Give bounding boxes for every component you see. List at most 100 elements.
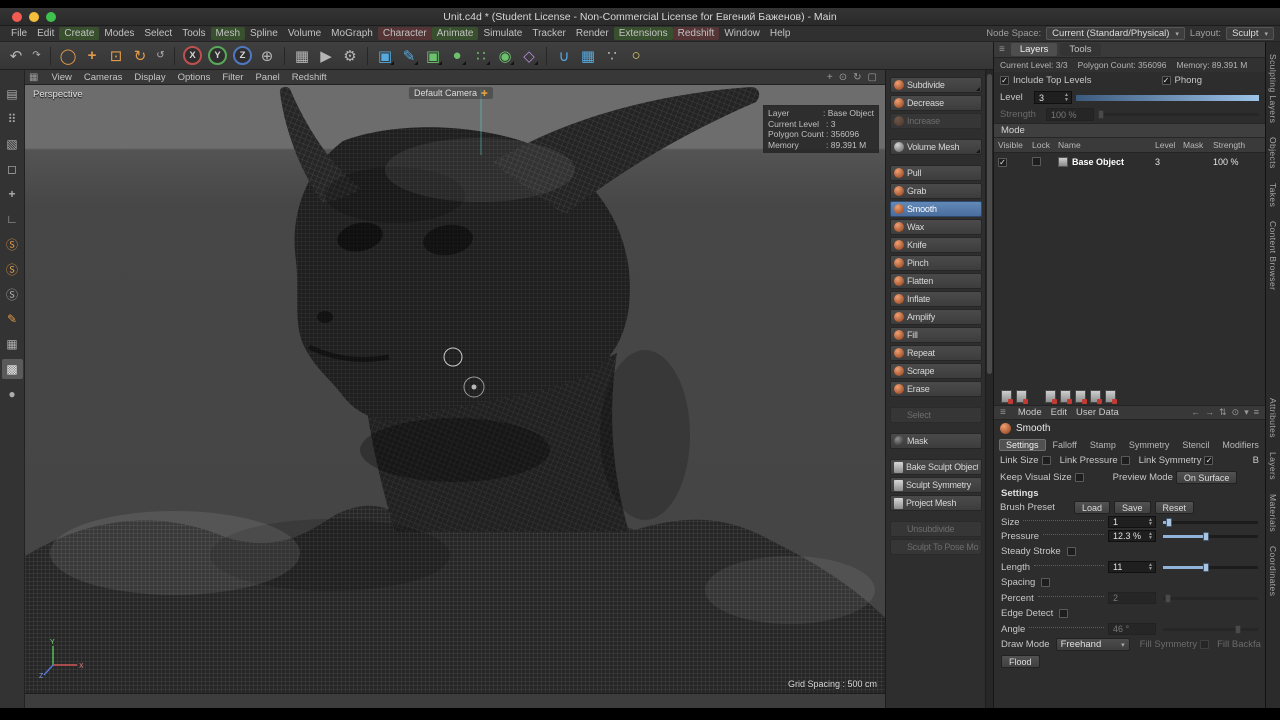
- separator[interactable]: [50, 46, 51, 65]
- include-top-levels-checkbox[interactable]: [1000, 76, 1009, 85]
- scale-tool-icon[interactable]: ⊡: [105, 45, 127, 67]
- mesh-check-icon[interactable]: ⠿: [2, 109, 23, 129]
- tool-tab[interactable]: Symmetry: [1123, 439, 1176, 451]
- light-icon[interactable]: ○: [625, 45, 647, 67]
- sculpt-tool-button[interactable]: Sculpt To Pose Morph: [890, 539, 982, 555]
- load-button[interactable]: Load: [1074, 501, 1111, 514]
- sculpt-tool-button[interactable]: Inflate: [890, 291, 982, 307]
- z-axis-lock-button[interactable]: Z: [233, 46, 252, 65]
- reset-button[interactable]: Reset: [1154, 501, 1195, 514]
- edge-detect-checkbox[interactable]: [1059, 609, 1069, 618]
- axis-mode-icon[interactable]: +: [2, 184, 23, 204]
- sculpt-tool-button[interactable]: Unsubdivide: [890, 521, 982, 537]
- tool-tab[interactable]: Stencil: [1176, 439, 1215, 451]
- menu-item[interactable]: Edit: [32, 27, 59, 40]
- sculpt-tool-button[interactable]: Pinch: [890, 255, 982, 271]
- view-mode-label[interactable]: Perspective: [33, 89, 83, 100]
- steady-stroke-checkbox[interactable]: [1066, 547, 1076, 556]
- pressure-input[interactable]: 12.3 % ▲ ▼: [1108, 530, 1156, 542]
- camera-label[interactable]: Default Camera ✚: [408, 87, 493, 99]
- fill-symmetry-checkbox[interactable]: [1200, 640, 1210, 649]
- redo-icon[interactable]: ↷: [29, 45, 44, 67]
- sculpt-tool-button[interactable]: Increase: [890, 113, 982, 129]
- layer-table-row[interactable]: Base Object 3 100 %: [994, 153, 1265, 171]
- attribute-menu-item[interactable]: User Data: [1076, 407, 1119, 418]
- field-icon[interactable]: ◉: [494, 45, 516, 67]
- menu-item[interactable]: Modes: [99, 27, 139, 40]
- viewport-menu-item[interactable]: Panel: [250, 72, 284, 83]
- pressure-slider[interactable]: [1163, 531, 1258, 542]
- node-space-dropdown[interactable]: Current (Standard/Physical) ▾: [1046, 27, 1185, 40]
- y-axis-lock-button[interactable]: Y: [208, 46, 227, 65]
- search-icon[interactable]: ⊙: [1232, 407, 1240, 418]
- sculpt-masks-icon[interactable]: Ⓢ: [2, 259, 23, 279]
- duplicate-layer-icon[interactable]: [1060, 389, 1072, 404]
- sculpt-tool-button[interactable]: Subdivide: [890, 77, 982, 93]
- delete-layer-icon[interactable]: [1045, 389, 1057, 404]
- menu-item[interactable]: Volume: [283, 27, 326, 40]
- sculpt-tool-button[interactable]: Scrape: [890, 363, 982, 379]
- sculpt-model[interactable]: [25, 85, 885, 693]
- draw-mode-dropdown[interactable]: Freehand ▾: [1055, 638, 1130, 651]
- tool-tab[interactable]: Settings: [999, 438, 1046, 451]
- merge-layer-icon[interactable]: [1075, 389, 1087, 404]
- menu-item[interactable]: Simulate: [478, 27, 527, 40]
- size-slider[interactable]: [1163, 517, 1258, 528]
- undo-history-icon[interactable]: ▤: [2, 84, 23, 104]
- sculpt-tool-button[interactable]: Project Mesh: [890, 495, 982, 511]
- sculpt-tool-button[interactable]: Fill: [890, 327, 982, 343]
- spacing-checkbox[interactable]: [1041, 578, 1051, 587]
- separator[interactable]: [546, 46, 547, 65]
- paint-brush-icon[interactable]: ✎: [2, 309, 23, 329]
- primitive-cube-icon[interactable]: ▣: [422, 45, 444, 67]
- x-axis-lock-button[interactable]: X: [183, 46, 202, 65]
- volume-builder-icon[interactable]: ●: [446, 45, 468, 67]
- menu-item[interactable]: Mesh: [210, 27, 245, 40]
- dock-tab[interactable]: Coordinates: [1268, 539, 1278, 603]
- layer-visible-checkbox[interactable]: [998, 158, 1007, 167]
- dock-tab[interactable]: Content Browser: [1268, 214, 1278, 297]
- menu-item[interactable]: Help: [765, 27, 796, 40]
- menu-item[interactable]: Character: [377, 27, 432, 40]
- save-button[interactable]: Save: [1114, 501, 1151, 514]
- live-selection-icon[interactable]: ◯: [57, 45, 79, 67]
- mask-layer-icon[interactable]: [1090, 389, 1102, 404]
- hamburger-icon[interactable]: ≡: [1000, 407, 1006, 418]
- separator[interactable]: [367, 46, 368, 65]
- viewport-menu-item[interactable]: Display: [129, 72, 170, 83]
- sculpt-tool-button[interactable]: Sculpt Symmetry: [890, 477, 982, 493]
- flood-button[interactable]: Flood: [1001, 655, 1040, 668]
- mograph-cloner-icon[interactable]: ∷: [470, 45, 492, 67]
- sculpt-tool-button[interactable]: Wax: [890, 219, 982, 235]
- render-picture-viewer-icon[interactable]: ▶: [315, 45, 337, 67]
- attribute-menu-item[interactable]: Edit: [1051, 407, 1067, 418]
- tool-tab[interactable]: Modifiers: [1216, 439, 1265, 451]
- menu-item[interactable]: MoGraph: [326, 27, 378, 40]
- spinner-arrows-icon[interactable]: ▲ ▼: [1064, 93, 1069, 102]
- dock-tab[interactable]: Materials: [1268, 487, 1278, 539]
- dock-tab[interactable]: Objects: [1268, 130, 1278, 176]
- dock-tab[interactable]: Attributes: [1268, 391, 1278, 445]
- minimize-button[interactable]: [29, 11, 39, 22]
- dock-tab[interactable]: Sculpting Layers: [1268, 47, 1278, 130]
- dock-tab[interactable]: Layers: [1268, 445, 1278, 487]
- preview-mode-dropdown[interactable]: On Surface: [1175, 471, 1238, 484]
- last-tool-icon[interactable]: ↺: [153, 45, 168, 67]
- pan-view-icon[interactable]: +: [827, 72, 833, 83]
- separator[interactable]: [284, 46, 285, 65]
- level-slider[interactable]: [1076, 92, 1259, 104]
- zoom-button[interactable]: [46, 11, 56, 22]
- keep-visual-size-checkbox[interactable]: [1074, 473, 1084, 482]
- snap-icon[interactable]: ∪: [553, 45, 575, 67]
- menu-item[interactable]: Tracker: [527, 27, 571, 40]
- link-pressure-checkbox[interactable]: [1120, 456, 1130, 465]
- dock-tab[interactable]: Takes: [1268, 176, 1278, 214]
- modeling-mode-icon[interactable]: ▧: [2, 134, 23, 154]
- corner-snap-icon[interactable]: ∟: [2, 209, 23, 229]
- render-settings-icon[interactable]: ⚙: [339, 45, 361, 67]
- sphere-preview-icon[interactable]: ●: [2, 384, 23, 404]
- sculpt-layers-icon[interactable]: Ⓢ: [2, 234, 23, 254]
- percent-input[interactable]: 2: [1108, 592, 1156, 604]
- sculpt-tool-button[interactable]: Bake Sculpt Objects: [890, 459, 982, 475]
- layer-lock-checkbox[interactable]: [1032, 156, 1041, 166]
